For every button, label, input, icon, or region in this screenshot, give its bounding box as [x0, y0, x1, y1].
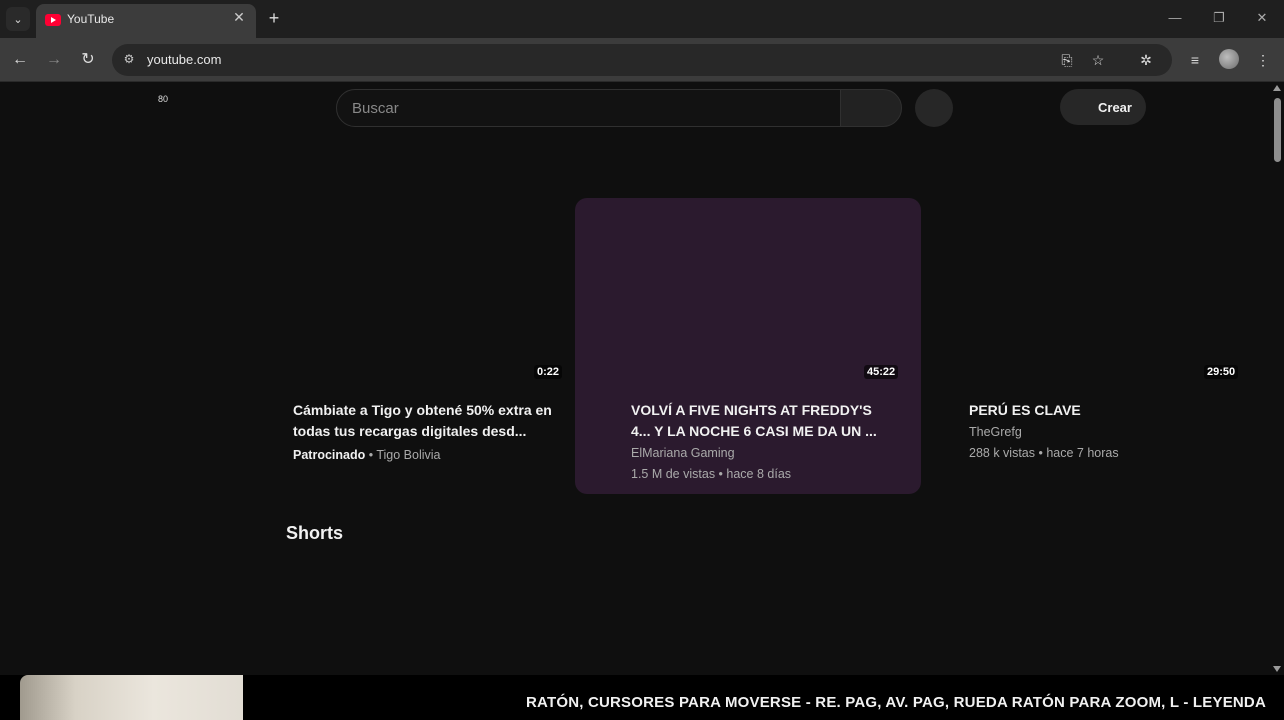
site-info-icon[interactable]: ⚙ [120, 50, 138, 68]
video-title[interactable]: PERÚ ES CLAVE [969, 400, 1229, 421]
back-arrow-icon: ← [12, 51, 28, 68]
search-button[interactable] [840, 89, 902, 127]
create-label: Crear [1098, 100, 1132, 115]
star-icon[interactable]: ☆ [1088, 51, 1108, 69]
youtube-page: 80 Buscar Crear 0:22 Cámbiate a Tigo y o… [0, 82, 1270, 675]
notification-count[interactable]: 80 [158, 94, 168, 104]
webcam-overlay [20, 675, 243, 720]
youtube-favicon-icon [45, 14, 61, 26]
scroll-up-arrow-icon[interactable] [1273, 85, 1281, 91]
browser-tab-bar: ⌄ YouTube ✕ + — ❐ ✕ [0, 0, 1284, 38]
bottom-overlay-bar: RATÓN, CURSORES PARA MOVERSE - RE. PAG, … [0, 675, 1284, 720]
new-tab-button[interactable]: + [264, 8, 284, 28]
close-icon[interactable]: ✕ [230, 9, 248, 26]
scroll-down-arrow-icon[interactable] [1273, 666, 1281, 672]
controls-hint-text: RATÓN, CURSORES PARA MOVERSE - RE. PAG, … [526, 694, 1266, 711]
reload-icon: ↻ [81, 51, 95, 68]
media-queue-icon[interactable]: ≡ [1184, 49, 1206, 71]
page-scrollbar[interactable] [1270, 82, 1284, 675]
channel-name[interactable]: TheGrefg [969, 425, 1022, 439]
video-stats: 288 k vistas • hace 7 horas [969, 446, 1119, 460]
forward-button[interactable]: → [43, 49, 65, 71]
video-title[interactable]: VOLVÍ A FIVE NIGHTS AT FREDDY'S 4... Y L… [631, 400, 886, 442]
close-window-button[interactable]: ✕ [1249, 8, 1275, 28]
minimize-button[interactable]: — [1162, 8, 1188, 28]
browser-toolbar: ← → ↻ ⚙ youtube.com ⎘ ☆ ✲ ≡ ⋮ [0, 38, 1284, 82]
scroll-thumb[interactable] [1274, 98, 1281, 162]
tab-youtube[interactable]: YouTube ✕ [36, 4, 256, 38]
sponsored-label: Patrocinado [293, 448, 366, 462]
video-card-hovered[interactable] [575, 198, 921, 494]
shorts-section-title: Shorts [286, 523, 344, 543]
address-bar[interactable]: ⚙ youtube.com ⎘ ☆ [112, 44, 1172, 76]
video-meta: Patrocinado • Tigo Bolivia [293, 448, 441, 462]
tab-search-button[interactable]: ⌄ [6, 7, 30, 31]
channel-name[interactable]: ElMariana Gaming [631, 446, 735, 460]
install-app-icon[interactable]: ⎘ [1057, 51, 1077, 69]
profile-avatar[interactable] [1219, 49, 1239, 69]
back-button[interactable]: ← [9, 49, 31, 71]
duration-badge: 29:50 [1204, 365, 1239, 379]
reload-button[interactable]: ↻ [77, 49, 99, 71]
duration-badge: 45:22 [864, 365, 899, 379]
channel-name[interactable]: Tigo Bolivia [376, 448, 440, 462]
video-title[interactable]: Cámbiate a Tigo y obtené 50% extra en to… [293, 400, 553, 442]
duration-badge: 0:22 [534, 365, 563, 379]
search-box[interactable]: Buscar [336, 89, 842, 127]
meta-separator: • [365, 448, 377, 462]
search-input[interactable]: Buscar [352, 100, 399, 117]
chevron-down-icon: ⌄ [13, 13, 23, 26]
kebab-menu-icon[interactable]: ⋮ [1252, 49, 1274, 71]
forward-arrow-icon: → [46, 51, 62, 68]
url-text[interactable]: youtube.com [147, 52, 221, 67]
extensions-puzzle-icon[interactable]: ✲ [1135, 49, 1157, 71]
create-button[interactable]: Crear [1060, 89, 1146, 125]
tab-title: YouTube [67, 12, 115, 26]
restore-button[interactable]: ❐ [1206, 8, 1232, 28]
voice-search-button[interactable] [915, 89, 953, 127]
video-stats: 1.5 M de vistas • hace 8 días [631, 467, 792, 481]
